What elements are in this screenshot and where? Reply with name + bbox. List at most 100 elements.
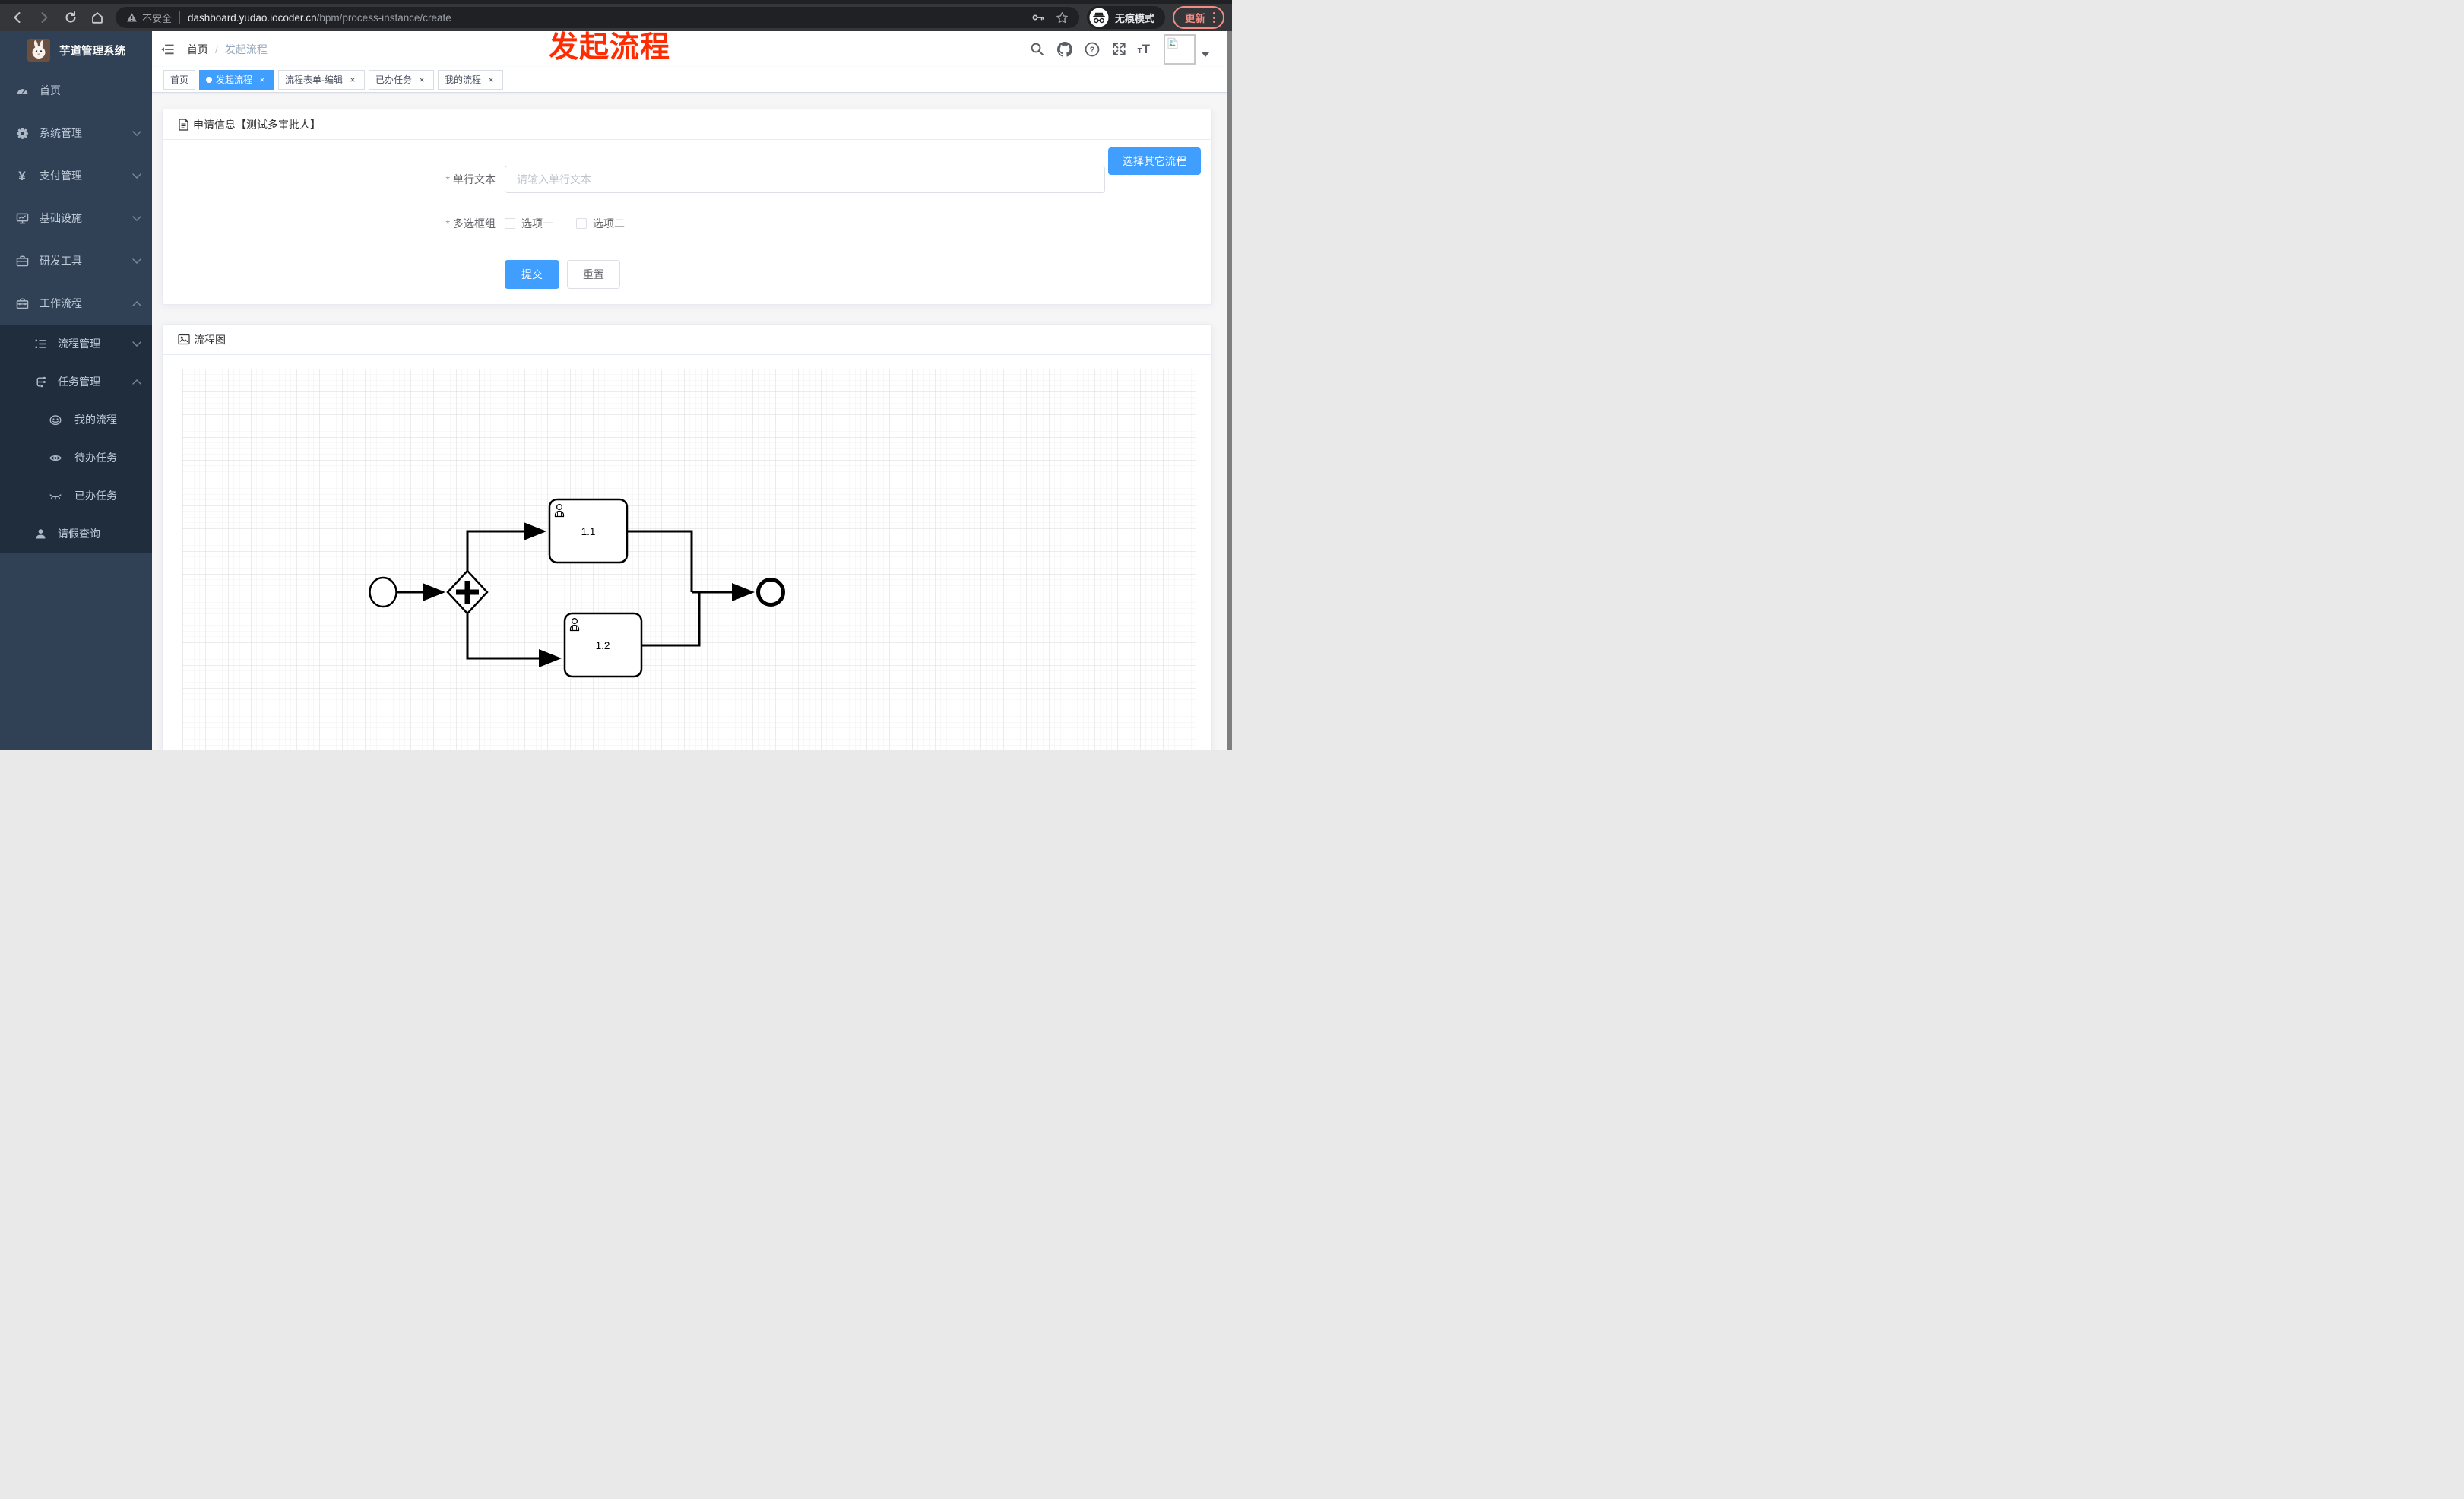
plus-icon [464,581,470,604]
browser-update-button[interactable]: 更新 [1173,6,1224,29]
document-icon [179,118,188,131]
single-line-text-input[interactable] [505,166,1105,193]
apply-info-card: 申请信息【测试多审批人】 选择其它流程 *单行文本 *多选框组 [162,109,1212,305]
checkbox-option-2[interactable]: 选项二 [576,216,625,231]
sidebar-item-done-tasks[interactable]: 已办任务 [0,477,152,515]
tab-close-icon[interactable]: × [257,74,268,85]
fullscreen-button[interactable] [1110,40,1129,59]
browser-forward-button[interactable] [34,8,54,27]
tab-close-icon[interactable]: × [347,74,358,85]
tab-close-icon[interactable]: × [416,74,427,85]
sidebar-item-workflow[interactable]: 工作流程 [0,282,152,325]
header-search-button[interactable] [1028,40,1047,59]
face-icon [49,413,62,426]
briefcase-icon [15,254,29,268]
bpmn-grid [182,369,1196,750]
apply-info-card-body: 选择其它流程 *单行文本 *多选框组 选项一 [163,147,1211,304]
chevron-up-icon [132,300,141,306]
user-task-1-1[interactable]: 1.1 [548,498,629,564]
user-task-1-2[interactable]: 1.2 [563,612,643,678]
flow-diagram-card: 流程图 1.1 1.2 [162,324,1212,750]
tab-close-icon[interactable]: × [486,74,496,85]
gear-icon [15,126,29,140]
bookmark-star-button[interactable] [1056,11,1069,24]
sidebar-item-home[interactable]: 首页 [0,69,152,112]
url-path[interactable]: /bpm/process-instance/create [317,12,451,24]
tab-process-form-edit[interactable]: 流程表单-编辑 × [278,69,366,90]
sidebar-item-label: 请假查询 [58,528,100,540]
svg-text:?: ? [1089,46,1094,55]
sidebar-item-system[interactable]: 系统管理 [0,112,152,154]
tab-label: 已办任务 [375,74,413,85]
chevron-up-icon [132,379,141,385]
browser-menu-icon[interactable] [1213,12,1215,23]
update-label: 更新 [1185,13,1205,24]
sidebar-item-process-mgmt[interactable]: 流程管理 [0,325,152,363]
browser-reload-button[interactable] [61,8,81,27]
search-icon [1031,43,1044,55]
choose-other-process-button[interactable]: 选择其它流程 [1108,147,1201,175]
top-navbar: 首页 / 发起流程 ? TT [152,31,1232,67]
branch-icon [33,375,47,388]
sidebar: 芋道管理系统 首页 系统管理 ¥ 支付管理 基础设施 研发工具 工作流程 流程管… [0,31,152,750]
url-host[interactable]: dashboard.yudao.iocoder.cn [188,12,317,24]
tab-my-process[interactable]: 我的流程 × [438,69,504,90]
flow-diagram-card-body: 1.1 1.2 [163,355,1211,750]
form-actions-row: 提交 重置 [178,260,1196,289]
checkbox-icon[interactable] [576,218,587,229]
breadcrumb-home[interactable]: 首页 [187,42,208,57]
help-button[interactable]: ? [1083,40,1101,59]
workflow-submenu: 流程管理 任务管理 我的流程 待办任务 已办任务 请假查询 [0,325,152,553]
sidebar-item-label: 系统管理 [40,127,82,139]
red-annotation-text: 发起流程 [549,31,671,64]
required-asterisk: * [445,173,450,185]
tab-start-process[interactable]: 发起流程 × [199,69,275,90]
browser-home-button[interactable] [87,8,107,27]
sidebar-logo[interactable]: 芋道管理系统 [0,31,152,69]
home-icon [92,12,103,24]
start-event[interactable] [369,576,397,608]
end-event[interactable] [756,578,785,607]
sidebar-item-todo-tasks[interactable]: 待办任务 [0,439,152,477]
sidebar-item-label: 我的流程 [74,414,117,426]
submit-button[interactable]: 提交 [505,260,559,289]
checkbox-option-1[interactable]: 选项一 [505,216,553,231]
avatar-dropdown-caret[interactable] [1202,52,1209,57]
sidebar-item-my-process[interactable]: 我的流程 [0,401,152,439]
page-scrollbar[interactable] [1227,31,1232,750]
tab-done-tasks[interactable]: 已办任务 × [369,69,435,90]
key-icon [1032,14,1044,21]
sidebar-item-devtools[interactable]: 研发工具 [0,239,152,282]
flow-diagram-title: 流程图 [194,333,226,346]
checkbox-icon[interactable] [505,218,515,229]
star-icon [1056,11,1068,23]
avatar[interactable] [1164,33,1196,65]
chevron-down-icon [132,258,141,264]
browser-back-button[interactable] [8,8,27,27]
github-link[interactable] [1056,40,1074,59]
tab-home[interactable]: 首页 [163,69,196,90]
password-key-button[interactable] [1031,11,1045,24]
checkbox-option-label: 选项二 [593,217,625,230]
sidebar-item-payment[interactable]: ¥ 支付管理 [0,154,152,197]
font-size-button[interactable]: TT [1138,43,1151,55]
toolbox-icon [15,296,29,310]
sidebar-collapse-button[interactable] [160,42,175,57]
eye-icon [49,451,62,464]
sidebar-item-label: 待办任务 [74,452,117,464]
checkbox-option-label: 选项一 [521,217,553,230]
sidebar-item-task-mgmt[interactable]: 任务管理 [0,363,152,401]
active-tab-dot-icon [206,76,213,83]
security-label[interactable]: 不安全 [142,11,172,25]
dashboard-icon [15,84,29,97]
sidebar-item-infra[interactable]: 基础设施 [0,197,152,239]
bpmn-canvas[interactable]: 1.1 1.2 [182,369,1196,750]
reset-button[interactable]: 重置 [567,260,620,289]
sidebar-item-label: 任务管理 [58,376,100,388]
sidebar-item-leave-query[interactable]: 请假查询 [0,515,152,553]
tab-label: 流程表单-编辑 [285,74,344,85]
url-divider [179,11,181,24]
github-icon [1056,41,1072,57]
breadcrumb-separator: / [215,43,218,55]
breadcrumb-current: 发起流程 [224,43,268,55]
